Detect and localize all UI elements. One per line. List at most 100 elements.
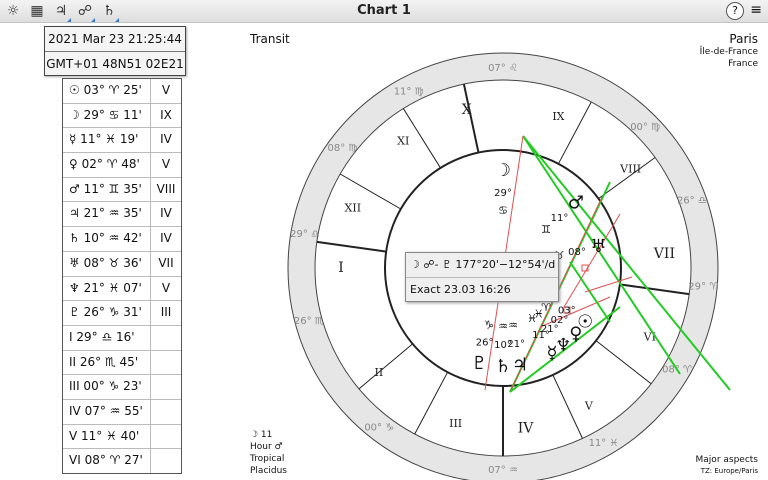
city-label: Paris xyxy=(729,32,758,46)
planet-glyph: ☽ xyxy=(495,160,511,181)
position-house: V xyxy=(150,79,181,103)
house-numeral: V xyxy=(584,399,594,412)
positions-table: ☉ 03° ♈ 25' V ☽ 29° ♋ 11' IX ☿ 11° ♓ 19' IV ♀ … xyxy=(62,78,182,474)
planet-glyph: ♆ xyxy=(555,335,571,356)
position-house: V xyxy=(150,276,181,301)
planet-glyph: ☿ xyxy=(546,343,557,364)
cusp-degree-label: 00° ♑ xyxy=(364,422,394,433)
position-row[interactable]: ♇ 26° ♑ 31' III xyxy=(63,301,181,326)
position-house xyxy=(150,399,181,424)
datetime-date: 2021 Mar 23 21:25:44 xyxy=(48,32,182,46)
position-house: IV xyxy=(150,128,181,153)
aspect-tooltip: ☽ ☍- ♇ 177°20'−12°54'/d Exact 23.03 16:2… xyxy=(405,252,559,302)
astro-wheel[interactable]: X IXVIIIVIIVIVIVIIIIIIXIIXI07° ♌00° ♍26° … xyxy=(240,22,768,480)
planet-degree: 11° xyxy=(532,330,550,341)
position-house: VIII xyxy=(150,177,181,202)
position-value: IV 07° ♒ 55' xyxy=(69,403,143,418)
planet-degree: 08° xyxy=(568,247,586,258)
hour-label: Hour ♂ xyxy=(250,442,283,452)
planet-sign: ♋ xyxy=(498,204,508,217)
cusp-degree-label: 26° ♏ xyxy=(294,316,324,327)
cusp-degree-label: 08° ♍ xyxy=(328,143,358,154)
position-row[interactable]: ♅ 08° ♉ 36' VII xyxy=(63,251,181,277)
planet-glyph: ♄ xyxy=(495,356,511,377)
position-house xyxy=(150,375,181,399)
house-numeral: I xyxy=(338,260,344,276)
planet-glyph: ♇ xyxy=(471,353,487,374)
position-row[interactable]: V 11° ♓ 40' xyxy=(63,424,181,450)
position-row[interactable]: ♂ 11° ♊ 35' VIII xyxy=(63,177,181,203)
datetime-zone: GMT+01 48N51 02E21 xyxy=(45,51,185,76)
position-row[interactable]: ☿ 11° ♓ 19' IV xyxy=(63,128,181,154)
position-house xyxy=(150,424,181,449)
grid-icon[interactable]: ▦ xyxy=(28,2,46,20)
tooltip-aspect: ☽ ☍- ♇ 177°20'−12°54'/d xyxy=(410,258,556,271)
planet-sign: ♊ xyxy=(541,223,551,236)
house-numeral: XII xyxy=(345,201,362,214)
position-value: ♄ 10° ♒ 42' xyxy=(69,231,142,246)
position-value: VI 08° ♈ 27' xyxy=(69,453,143,468)
position-row[interactable]: ♀ 02° ♈ 48' V xyxy=(63,153,181,178)
position-value: ☉ 03° ♈ 25' xyxy=(69,83,142,97)
help-button[interactable]: ? xyxy=(726,2,744,20)
position-value: ♅ 08° ♉ 36' xyxy=(69,255,142,270)
position-house: V xyxy=(150,153,181,177)
position-house: III xyxy=(150,301,181,325)
house-numeral: XI xyxy=(397,134,409,147)
position-house: IX xyxy=(150,103,181,128)
position-value: III 00° ♑ 23' xyxy=(69,379,142,394)
planet-sign: ♒ xyxy=(508,319,518,332)
cusp-degree-label: 11° ♍ xyxy=(394,87,424,98)
planet-degree: 26° xyxy=(476,338,494,349)
position-row[interactable]: ♄ 10° ♒ 42' IV xyxy=(63,227,181,252)
transit-label: Transit xyxy=(250,32,290,46)
position-row[interactable]: II 26° ♏ 45' xyxy=(63,350,181,376)
planet-sign: ♒ xyxy=(498,320,508,333)
major-aspects-label: Major aspects xyxy=(695,455,758,465)
position-value: ♂ 11° ♊ 35' xyxy=(69,181,142,196)
region-label: Île-de-France xyxy=(699,47,758,57)
planet-glyph: ♅ xyxy=(590,236,606,257)
wheel-icon[interactable]: ☼ xyxy=(4,2,22,20)
hour-moon: ☽ 11 xyxy=(250,430,273,440)
position-value: V 11° ♓ 40' xyxy=(69,428,140,443)
cusp-degree-label: 29° ♈ xyxy=(688,282,718,293)
position-house: IV xyxy=(150,202,181,227)
position-row[interactable]: ☽ 29° ♋ 11' IX xyxy=(63,103,181,129)
cusp-degree-label: 11° ♓ xyxy=(589,438,619,449)
house-numeral: IV xyxy=(518,420,535,436)
jupiter-toolbar-icon[interactable]: ♃ xyxy=(52,2,71,22)
datetime-box[interactable]: 2021 Mar 23 21:25:44 GMT+01 48N51 02E21 xyxy=(44,26,186,76)
planet-glyph: ♂ xyxy=(568,192,584,213)
house-numeral: X xyxy=(462,102,472,118)
position-house xyxy=(150,350,181,375)
position-value: ♀ 02° ♈ 48' xyxy=(69,157,140,172)
cusp-degree-label: 29° ♎ xyxy=(290,229,320,240)
cusp-degree-label: 26° ♎ xyxy=(677,195,707,206)
position-row[interactable]: ♃ 21° ♒ 35' IV xyxy=(63,202,181,228)
position-house: IV xyxy=(150,227,181,251)
position-value: ♃ 21° ♒ 35' xyxy=(69,206,142,221)
country-label: France xyxy=(728,59,758,69)
house-numeral: VII xyxy=(653,246,675,262)
house-numeral: II xyxy=(375,366,384,379)
cusp-degree-label: 07° ♒ xyxy=(488,465,518,476)
position-row[interactable]: VI 08° ♈ 27' xyxy=(63,449,181,473)
position-row[interactable]: IV 07° ♒ 55' xyxy=(63,399,181,425)
position-row[interactable]: I 29° ♎ 16' xyxy=(63,325,181,351)
position-row[interactable]: ☉ 03° ♈ 25' V xyxy=(63,79,181,104)
house-numeral: III xyxy=(449,417,462,430)
saturn-toolbar-icon[interactable]: ♄ xyxy=(100,2,119,22)
position-row[interactable]: III 00° ♑ 23' xyxy=(63,375,181,400)
timezone-label: TZ: Europe/Paris xyxy=(700,467,758,475)
menu-icon[interactable]: ≡ xyxy=(750,2,762,18)
planet-degree: 10° xyxy=(494,340,512,351)
position-value: ☽ 29° ♋ 11' xyxy=(69,107,142,122)
aspects-toolbar-icon[interactable]: ☍ xyxy=(76,2,95,22)
position-row[interactable]: ♆ 21° ♓ 07' V xyxy=(63,276,181,302)
position-value: II 26° ♏ 45' xyxy=(69,354,139,369)
planet-degree: 29° xyxy=(494,188,512,199)
position-value: ♇ 26° ♑ 31' xyxy=(69,305,142,320)
tooltip-exact: Exact 23.03 16:26 xyxy=(406,277,558,302)
position-house xyxy=(150,449,181,473)
